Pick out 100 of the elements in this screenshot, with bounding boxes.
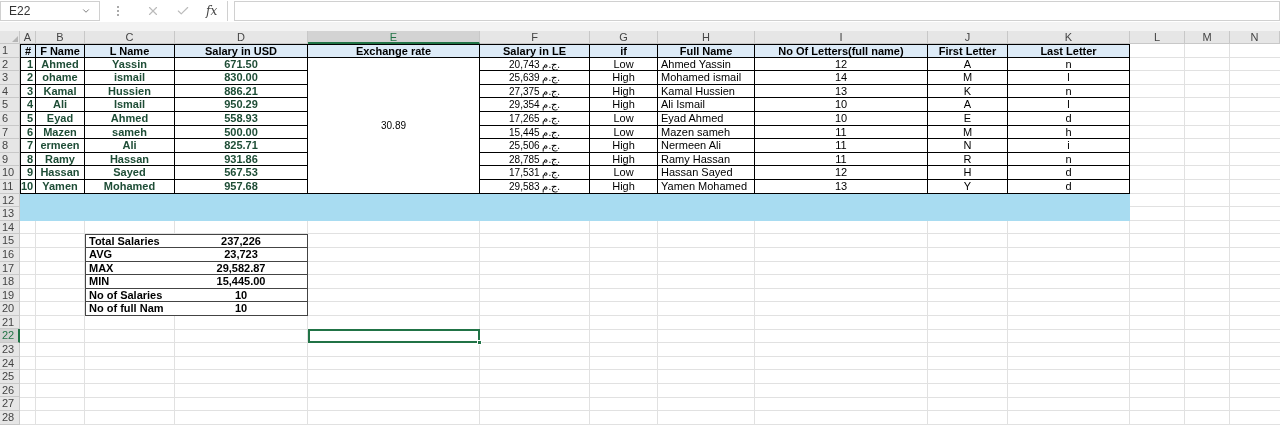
cancel-icon[interactable] <box>146 4 160 18</box>
row-header[interactable]: 18 <box>0 275 20 289</box>
column-header[interactable]: A <box>20 31 36 44</box>
table-cell: l <box>1008 98 1130 112</box>
table-cell: sameh <box>85 125 175 140</box>
table-cell: 10 <box>755 98 928 112</box>
table-cell: High <box>590 98 658 112</box>
table-cell: 950.29 <box>175 98 308 112</box>
table-cell: High <box>590 179 658 194</box>
table-cell: 12 <box>755 57 928 72</box>
table-cell: 10 <box>755 111 928 126</box>
column-header[interactable]: G <box>590 31 658 44</box>
table-cell: 30.89 <box>308 57 480 194</box>
table-cell: M <box>928 125 1008 140</box>
table-cell: 11 <box>755 125 928 140</box>
column-header[interactable]: L <box>1130 31 1185 44</box>
table-cell: 567.53 <box>175 166 308 180</box>
column-header[interactable]: J <box>928 31 1008 44</box>
table-cell: Ramy Hassan <box>658 152 755 167</box>
select-all-corner[interactable] <box>0 31 20 44</box>
row-header[interactable]: 3 <box>0 71 20 85</box>
column-header[interactable]: F <box>480 31 590 44</box>
table-cell: Yassin <box>85 57 175 72</box>
table-header-cell: Salary in LE <box>480 44 590 58</box>
row-header[interactable]: 8 <box>0 139 20 153</box>
name-box[interactable]: E22 <box>0 1 100 21</box>
table-cell: High <box>590 139 658 153</box>
table-cell: 11 <box>755 139 928 153</box>
table-cell: 10 <box>20 179 36 194</box>
table-cell: 13 <box>755 179 928 194</box>
table-cell: Kamal Hussien <box>658 84 755 99</box>
row-header[interactable]: 10 <box>0 166 20 180</box>
row-header[interactable]: 25 <box>0 370 20 384</box>
table-cell: Hassan <box>36 166 85 180</box>
table-cell: 500.00 <box>175 125 308 140</box>
table-cell: ermeen <box>36 139 85 153</box>
row-header[interactable]: 28 <box>0 411 20 425</box>
table-cell: 14 <box>755 71 928 85</box>
table-cell: Yamen Mohamed <box>658 179 755 194</box>
summary-value: 237,226 <box>175 234 308 248</box>
column-header[interactable]: H <box>658 31 755 44</box>
table-cell: E <box>928 111 1008 126</box>
formula-input-field[interactable] <box>234 1 1280 21</box>
table-header-cell: Full Name <box>658 44 755 58</box>
active-cell[interactable] <box>308 329 480 344</box>
table-cell: 4 <box>20 98 36 112</box>
table-header-cell: First Letter <box>928 44 1008 58</box>
table-header-cell: L Name <box>85 44 175 58</box>
table-cell: 931.86 <box>175 152 308 167</box>
column-header[interactable]: C <box>85 31 175 44</box>
row-header[interactable]: 1 <box>0 44 20 58</box>
table-cell: 1 <box>20 57 36 72</box>
summary-label: MIN <box>85 275 175 289</box>
table-cell: Ahmed <box>85 111 175 126</box>
table-cell: h <box>1008 125 1130 140</box>
column-header[interactable]: M <box>1185 31 1230 44</box>
table-header-cell: # <box>20 44 36 58</box>
table-cell: Mohamed <box>85 179 175 194</box>
row-header[interactable]: 27 <box>0 397 20 412</box>
summary-label: Total Salaries <box>85 234 175 248</box>
table-header-cell: Salary in USD <box>175 44 308 58</box>
insert-function-button[interactable]: fx <box>206 2 218 20</box>
table-cell: 825.71 <box>175 139 308 153</box>
table-cell: K <box>928 84 1008 99</box>
column-header[interactable]: K <box>1008 31 1130 44</box>
fill-handle[interactable] <box>477 340 482 346</box>
table-cell: 886.21 <box>175 84 308 99</box>
table-cell: 671.50 <box>175 57 308 72</box>
table-cell: High <box>590 152 658 167</box>
row-header[interactable]: 15 <box>0 234 20 248</box>
table-cell: d <box>1008 166 1130 180</box>
table-cell: A <box>928 98 1008 112</box>
dropdown-caret-icon <box>81 6 91 16</box>
table-cell: Sayed <box>85 166 175 180</box>
table-cell: Yamen <box>36 179 85 194</box>
column-header[interactable]: N <box>1230 31 1280 44</box>
table-cell: 9 <box>20 166 36 180</box>
table-cell: n <box>1008 152 1130 167</box>
table-cell: A <box>928 57 1008 72</box>
table-cell: 558.93 <box>175 111 308 126</box>
row-header[interactable]: 22 <box>0 329 20 344</box>
table-cell: R <box>928 152 1008 167</box>
row-header[interactable]: 23 <box>0 343 20 357</box>
table-cell: 29,354 ج.م. <box>480 98 590 112</box>
table-cell: 12 <box>755 166 928 180</box>
row-header[interactable]: 5 <box>0 98 20 112</box>
row-header[interactable]: 20 <box>0 302 20 316</box>
table-cell: H <box>928 166 1008 180</box>
table-cell: Ali Ismail <box>658 98 755 112</box>
table-header-cell: No Of Letters(full name) <box>755 44 928 58</box>
column-header[interactable]: D <box>175 31 308 44</box>
column-header[interactable]: E <box>308 31 480 44</box>
row-header[interactable]: 13 <box>0 207 20 221</box>
column-header[interactable]: I <box>755 31 928 44</box>
table-cell: Mazen sameh <box>658 125 755 140</box>
table-cell: 2 <box>20 71 36 85</box>
check-icon[interactable] <box>176 4 190 18</box>
table-cell: Low <box>590 57 658 72</box>
table-cell: Ramy <box>36 152 85 167</box>
column-header[interactable]: B <box>36 31 85 44</box>
